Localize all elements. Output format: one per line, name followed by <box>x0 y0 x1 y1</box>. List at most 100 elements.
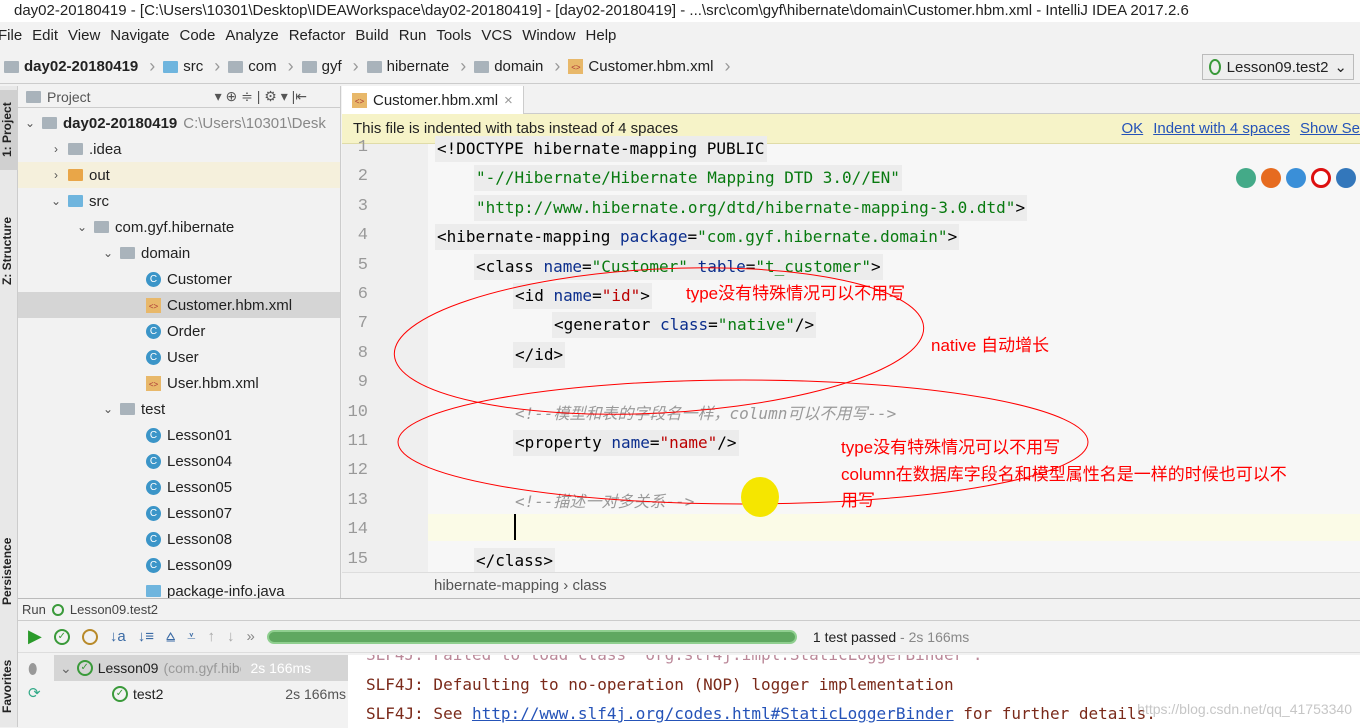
menu-analyze[interactable]: Analyze <box>223 22 280 50</box>
panel-tools[interactable]: ▾ ⊕ ≑ | ⚙ ▾ |⇤ <box>215 88 307 105</box>
close-icon[interactable]: × <box>504 92 513 109</box>
tree-item[interactable]: › .idea <box>18 136 340 162</box>
text-cursor <box>514 514 516 540</box>
prev-icon[interactable]: ↑ <box>208 628 216 645</box>
ok-link[interactable]: OK <box>1122 120 1144 137</box>
chevron-right-icon[interactable]: › <box>50 142 62 156</box>
menu-run[interactable]: Run <box>397 22 429 50</box>
menu-tools[interactable]: Tools <box>434 22 473 50</box>
note-native: native 自动增长 <box>931 336 1050 355</box>
chevron-down-icon[interactable]: ⌄ <box>24 116 36 130</box>
tree-item[interactable]: C Lesson05 <box>18 474 340 500</box>
tree-item[interactable]: C Lesson04 <box>18 448 340 474</box>
tree-item-label: Lesson01 <box>167 426 233 444</box>
collapse-all-icon[interactable]: ⩡ <box>187 628 195 645</box>
chevron-down-icon[interactable]: ⌄ <box>102 402 114 416</box>
chrome-icon[interactable] <box>1236 168 1256 188</box>
tree-item[interactable]: C Lesson07 <box>18 500 340 526</box>
tree-item[interactable]: ⌄ com.gyf.hibernate <box>18 214 340 240</box>
chevron-down-icon[interactable]: ⌄ <box>50 194 62 208</box>
menu-help[interactable]: Help <box>584 22 619 50</box>
tree-item[interactable]: C Order <box>18 318 340 344</box>
menu-file[interactable]: File <box>0 22 24 50</box>
show-settings-link[interactable]: Show Se <box>1300 120 1360 137</box>
show-ignored-icon[interactable] <box>81 628 98 645</box>
tree-item[interactable]: C Lesson01 <box>18 422 340 448</box>
sort-alpha-icon[interactable]: ↓a <box>110 628 126 645</box>
chevron-down-icon[interactable]: ⌄ <box>76 220 88 234</box>
crumb-class[interactable]: class <box>572 577 606 594</box>
menu-code[interactable]: Code <box>177 22 217 50</box>
nav-crumb[interactable]: gyf <box>301 56 359 77</box>
menu-build[interactable]: Build <box>353 22 390 50</box>
line-number: 12 <box>347 461 368 481</box>
slf4j-link[interactable]: http://www.slf4j.org/codes.html#StaticLo… <box>472 704 954 723</box>
test-row-test2[interactable]: ✓ test2 2s 166ms <box>54 681 348 707</box>
console-text: SLF4J: See <box>366 704 472 723</box>
chevron-down-icon: ⌄ <box>1334 59 1347 76</box>
sort-duration-icon[interactable]: ↓≡ <box>138 628 154 645</box>
run-config-tab[interactable]: Lesson09.test2 <box>70 602 158 617</box>
pin-icon[interactable]: ⬮ <box>18 655 54 684</box>
test-tree: ⌄✓Lesson09(com.gyf.hiber2s 166ms ✓test22… <box>54 655 348 728</box>
safari-icon[interactable] <box>1286 168 1306 188</box>
tree-item-label: test <box>141 400 166 418</box>
dump-icon[interactable]: ⟳ <box>18 684 54 702</box>
tree-item-label: Customer <box>167 270 233 288</box>
passed-icon: ✓ <box>112 686 128 702</box>
show-passed-icon[interactable]: ✓ <box>53 628 70 645</box>
console-output[interactable]: SLF4J: Failed to load class "org.slf4j.i… <box>348 655 1360 728</box>
tree-item[interactable]: <> Customer.hbm.xml <box>18 292 340 318</box>
expand-all-icon[interactable]: ⩠ <box>166 628 175 645</box>
more-icon[interactable]: » <box>247 628 255 645</box>
tree-item[interactable]: › out <box>18 162 340 188</box>
rerun-icon[interactable]: ▶ <box>28 626 42 647</box>
tree-item-label: out <box>89 166 110 184</box>
menu-refactor[interactable]: Refactor <box>287 22 348 50</box>
tree-item[interactable]: ⌄ test <box>18 396 340 422</box>
line-number: 9 <box>357 373 368 393</box>
nav-crumb[interactable]: hibernate <box>366 56 467 77</box>
line-number: 14 <box>347 520 368 540</box>
tree-item[interactable]: ⌄ day02-20180419 C:\Users\10301\Desk <box>18 110 340 136</box>
crumb-label: hibernate <box>386 58 450 75</box>
note-column-cont: 用写 <box>841 491 875 510</box>
tree-item[interactable]: ⌄ domain <box>18 240 340 266</box>
test-row-lesson09[interactable]: ⌄✓Lesson09(com.gyf.hiber 2s 166ms <box>54 655 348 681</box>
tree-item[interactable]: C Lesson08 <box>18 526 340 552</box>
menu-window[interactable]: Window <box>520 22 577 50</box>
indent-link[interactable]: Indent with 4 spaces <box>1153 120 1290 137</box>
project-title[interactable]: Project <box>47 89 91 105</box>
menu-view[interactable]: View <box>66 22 102 50</box>
nav-crumb[interactable]: src <box>163 56 220 77</box>
tree-item[interactable]: C Customer <box>18 266 340 292</box>
tree-item[interactable]: <> User.hbm.xml <box>18 370 340 396</box>
code-line: <id name="id"> <box>513 283 652 309</box>
tree-item[interactable]: ⌄ src <box>18 188 340 214</box>
tree-item[interactable]: C Lesson09 <box>18 552 340 578</box>
editor: <> Customer.hbm.xml × This file is indente… <box>342 86 1360 598</box>
nav-crumb[interactable]: day02-20180419 <box>4 56 155 77</box>
firefox-icon[interactable] <box>1261 168 1281 188</box>
next-icon[interactable]: ↓ <box>227 628 235 645</box>
chevron-down-icon[interactable]: ⌄ <box>102 246 114 260</box>
tab-customer-hbm-xml[interactable]: <> Customer.hbm.xml × <box>342 86 524 114</box>
nav-crumb[interactable]: com <box>228 56 293 77</box>
tree-item[interactable]: C User <box>18 344 340 370</box>
tab-favorites[interactable]: Favorites <box>0 651 18 721</box>
console-line: SLF4J: Defaulting to no-operation (NOP) … <box>366 675 954 694</box>
ie-icon[interactable] <box>1336 168 1356 188</box>
nav-crumb[interactable]: domain <box>474 56 560 77</box>
chevron-right-icon[interactable]: › <box>50 168 62 182</box>
tab-structure[interactable]: Z: Structure <box>0 201 18 301</box>
tab-project[interactable]: 1: Project <box>0 90 18 170</box>
crumb-hibernate-mapping[interactable]: hibernate-mapping <box>434 577 559 594</box>
tab-persistence[interactable]: Persistence <box>0 526 18 616</box>
run-config-select[interactable]: Lesson09.test2 ⌄ <box>1202 54 1354 80</box>
opera-icon[interactable] <box>1311 168 1331 188</box>
menu-vcs[interactable]: VCS <box>479 22 514 50</box>
menu-edit[interactable]: Edit <box>30 22 60 50</box>
menu-navigate[interactable]: Navigate <box>108 22 171 50</box>
tree-item[interactable]: package-info.java <box>18 578 340 598</box>
nav-crumb[interactable]: <> Customer.hbm.xml <box>568 56 730 77</box>
